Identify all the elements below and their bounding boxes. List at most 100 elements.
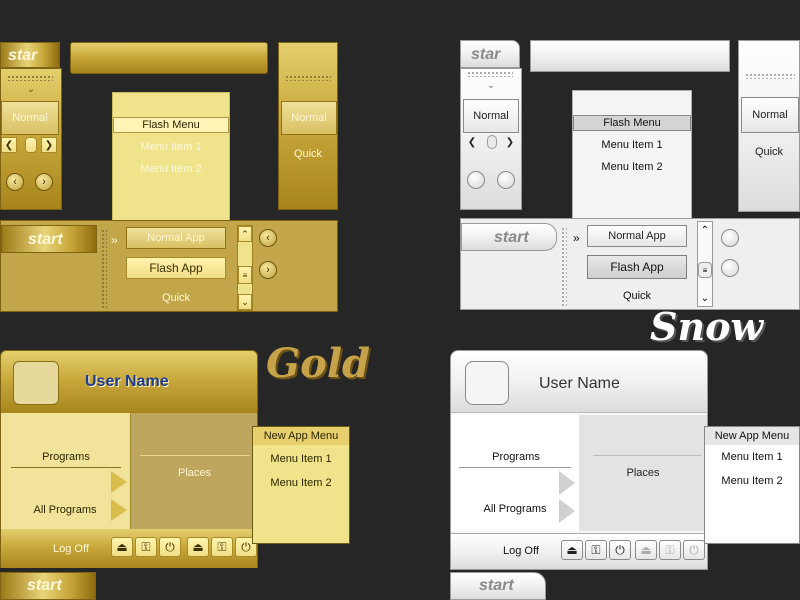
gold-taskbar: start » Normal App Flash App Quick ⌃ ≡ ⌄… [0, 220, 338, 312]
gold-flash-menu-title[interactable]: Flash Menu [113, 117, 229, 133]
arrow-right-icon[interactable]: ❯ [41, 137, 57, 153]
snow-grip [467, 71, 513, 77]
snow-flash-menu-title[interactable]: Flash Menu [573, 115, 691, 131]
slider-thumb[interactable] [487, 135, 497, 149]
radio-button[interactable] [721, 259, 739, 277]
snow-normal-button-left[interactable]: Normal [463, 99, 519, 133]
key-icon[interactable]: ⚿ [659, 540, 681, 560]
gold-bottom-start-button[interactable]: start [0, 572, 96, 600]
eject-icon[interactable]: ⏏ [111, 537, 133, 557]
key-icon[interactable]: ⚿ [135, 537, 157, 557]
avatar[interactable] [13, 361, 59, 405]
gold-start-menu-footer: Log Off ⏏ ⚿ ⏻ ⏏ ⚿ ⏻ [1, 529, 257, 568]
programs-label[interactable]: Programs [11, 449, 121, 465]
snow-taskbar-arrow[interactable]: » [573, 231, 580, 245]
scroll-up-icon[interactable]: ⌃ [698, 222, 712, 238]
snow-taskbar: start » Normal App Flash App Quick ⌃ ≡ ⌄ [460, 218, 800, 310]
radio-button[interactable] [497, 171, 515, 189]
chevron-down-icon[interactable]: ⌄ [17, 83, 45, 95]
gold-flash-menu-item[interactable]: Menu Item 1 [113, 139, 229, 155]
snow-quick-label[interactable]: Quick [739, 143, 799, 161]
gold-flash-menu-item[interactable]: Menu Item 2 [113, 161, 229, 177]
gold-start-menu: User Name Programs All Programs Places L… [0, 350, 258, 568]
gold-flash-app-button[interactable]: Flash App [126, 257, 226, 279]
arrow-left-icon[interactable]: ❮ [1, 137, 17, 153]
power-icon[interactable]: ⏻ [159, 537, 181, 557]
snow-app-menu-title[interactable]: New App Menu [705, 427, 799, 445]
places-label[interactable]: Places [132, 465, 257, 481]
gold-normal-button-right[interactable]: Normal [281, 101, 337, 135]
log-off-label[interactable]: Log Off [503, 545, 539, 557]
key-icon[interactable]: ⚿ [585, 540, 607, 560]
gold-app-menu-title[interactable]: New App Menu [253, 427, 349, 445]
gold-app-menu-item[interactable]: Menu Item 2 [253, 475, 349, 491]
gold-quick-label[interactable]: Quick [279, 145, 337, 163]
snow-bottom-start-label: start [479, 577, 514, 594]
scroll-down-icon[interactable]: ⌄ [238, 294, 252, 310]
snow-bottom-start-button[interactable]: start [450, 572, 546, 600]
gold-places-pane: Places [132, 413, 257, 529]
gold-start-tab-label: star [8, 47, 38, 64]
scroll-up-icon[interactable]: ⌃ [238, 226, 252, 242]
scroll-thumb[interactable]: ≡ [698, 262, 712, 278]
snow-places-pane: Places [579, 415, 707, 531]
programs-label[interactable]: Programs [461, 449, 571, 465]
power-icon[interactable]: ⏻ [683, 540, 705, 560]
avatar[interactable] [465, 361, 509, 405]
gold-app-menu-item[interactable]: Menu Item 1 [253, 451, 349, 467]
scroll-thumb[interactable]: ≡ [238, 266, 252, 284]
play-triangle-icon[interactable] [111, 499, 127, 521]
snow-programs-pane: Programs All Programs [451, 415, 579, 531]
chevron-down-icon[interactable]: ⌄ [477, 79, 505, 91]
key-icon[interactable]: ⚿ [211, 537, 233, 557]
all-programs-label[interactable]: All Programs [25, 502, 105, 518]
snow-normal-button-right[interactable]: Normal [741, 97, 799, 133]
gold-flash-menu: Flash Menu Menu Item 1 Menu Item 2 [112, 92, 230, 224]
gold-start-tab[interactable]: star [0, 42, 60, 68]
radio-button[interactable] [721, 229, 739, 247]
gold-quick-label[interactable]: Quick [126, 289, 226, 307]
power-icon[interactable]: ⏻ [609, 540, 631, 560]
eject-icon[interactable]: ⏏ [561, 540, 583, 560]
gold-start-button[interactable]: start [1, 225, 97, 253]
snow-app-menu-item[interactable]: Menu Item 2 [705, 473, 799, 489]
snow-start-tab[interactable]: star [460, 40, 520, 68]
gold-normal-app-button[interactable]: Normal App [126, 227, 226, 249]
gold-scrollbar[interactable]: ⌃ ≡ ⌄ [237, 225, 253, 311]
snow-start-button[interactable]: start [461, 223, 557, 251]
arrow-right-icon[interactable]: › [259, 261, 277, 279]
arrow-left-icon[interactable]: ‹ [259, 229, 277, 247]
log-off-label[interactable]: Log Off [53, 543, 89, 555]
all-programs-label[interactable]: All Programs [475, 501, 555, 517]
snow-flash-app-button[interactable]: Flash App [587, 255, 687, 279]
snow-flash-menu-item[interactable]: Menu Item 1 [573, 137, 691, 153]
snow-quick-label[interactable]: Quick [587, 287, 687, 305]
snow-start-menu-footer: Log Off ⏏ ⚿ ⏻ ⏏ ⚿ ⏻ [451, 533, 707, 569]
arrow-right-icon[interactable]: ❯ [503, 135, 517, 149]
arrow-left-icon[interactable]: ‹ [6, 173, 24, 191]
radio-button[interactable] [467, 171, 485, 189]
gold-theme-label: Gold [266, 340, 371, 387]
snow-scrollbar[interactable]: ⌃ ≡ ⌄ [697, 221, 713, 307]
snow-grip [745, 73, 795, 79]
arrow-right-icon[interactable]: › [35, 173, 53, 191]
slider-thumb[interactable] [25, 137, 37, 153]
arrow-left-icon[interactable]: ❮ [465, 135, 479, 149]
play-triangle-icon[interactable] [559, 471, 575, 495]
places-label[interactable]: Places [579, 465, 707, 481]
snow-normal-app-button[interactable]: Normal App [587, 225, 687, 247]
snow-top-bar [530, 40, 730, 72]
eject-icon[interactable]: ⏏ [635, 540, 657, 560]
snow-start-tab-label: star [471, 46, 501, 63]
divider [11, 467, 121, 468]
gold-left-panel: ⌄ Normal ❮ ❯ ‹ › [0, 68, 62, 210]
play-triangle-icon[interactable] [559, 499, 575, 523]
gold-taskbar-arrow[interactable]: » [111, 233, 118, 247]
snow-app-menu-item[interactable]: Menu Item 1 [705, 449, 799, 465]
gold-bottom-start-label: start [27, 577, 62, 594]
eject-icon[interactable]: ⏏ [187, 537, 209, 557]
gold-normal-button-left[interactable]: Normal [1, 101, 59, 135]
gold-app-menu: New App Menu Menu Item 1 Menu Item 2 [252, 426, 350, 544]
play-triangle-icon[interactable] [111, 471, 127, 493]
snow-flash-menu-item[interactable]: Menu Item 2 [573, 159, 691, 175]
